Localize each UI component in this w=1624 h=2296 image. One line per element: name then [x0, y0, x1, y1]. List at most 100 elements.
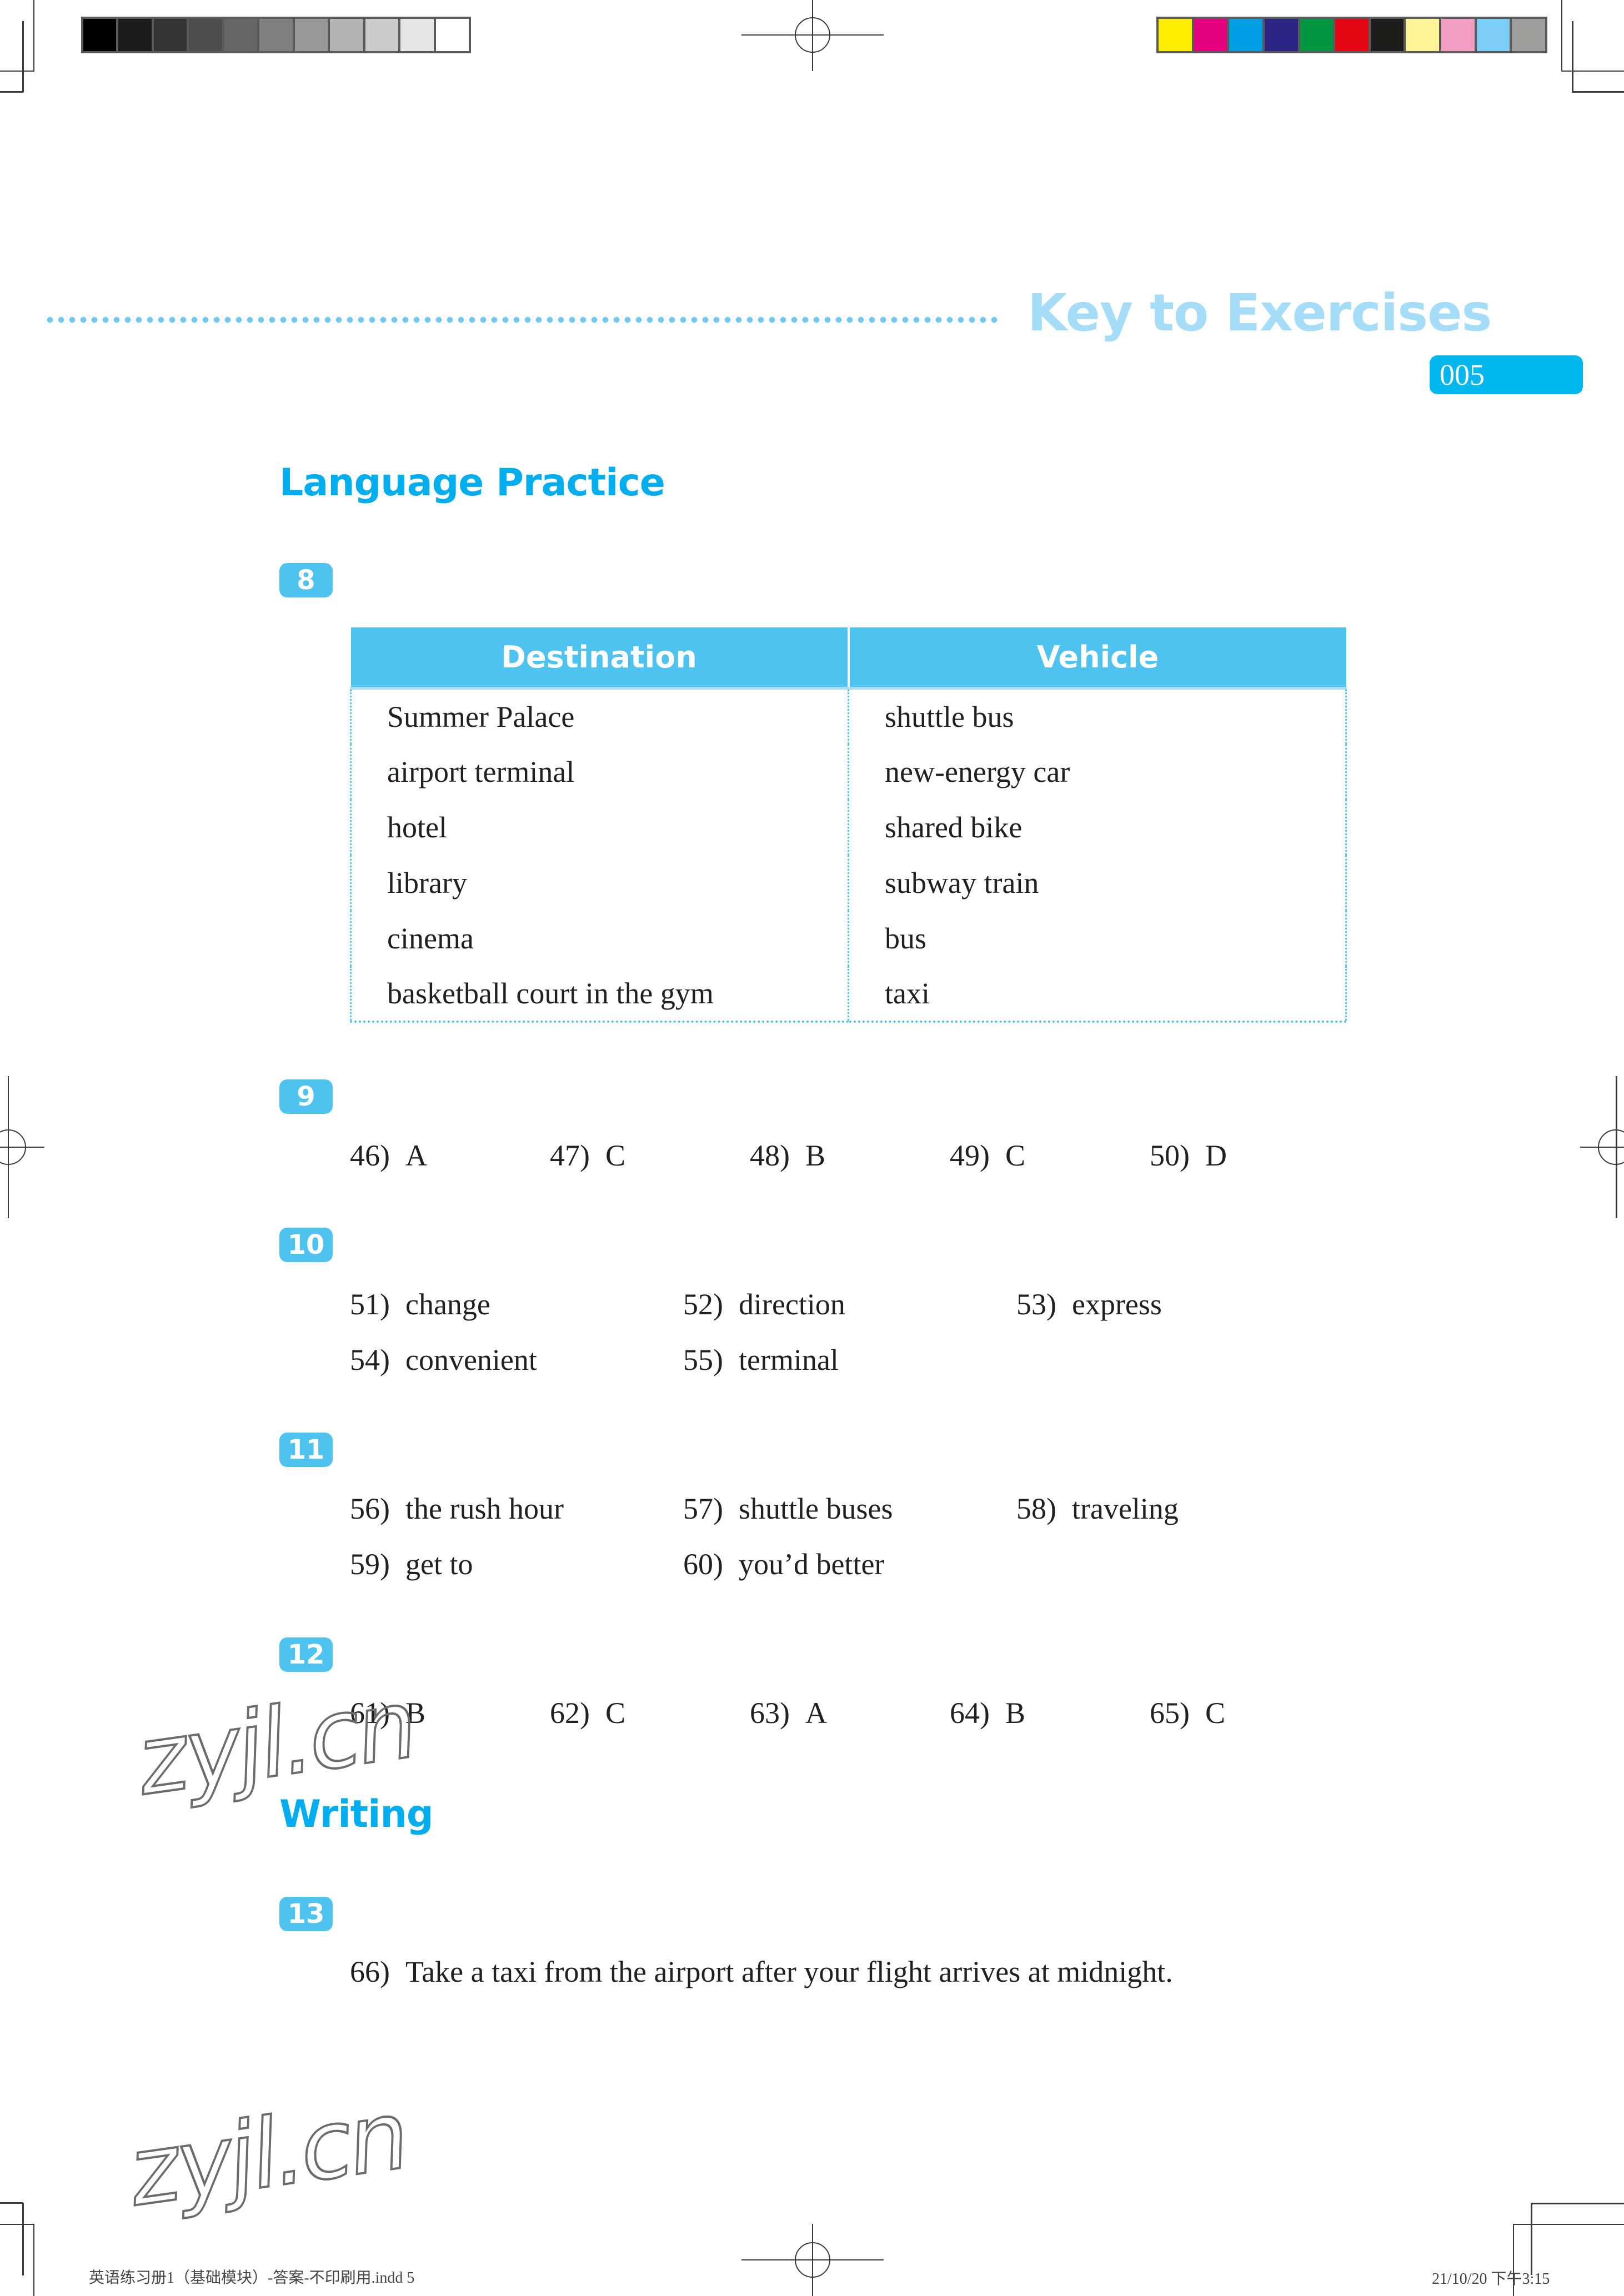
color-swatch [189, 19, 222, 51]
exercise-9-badge: 9 [279, 1079, 333, 1114]
answer-item: 65) C [1150, 1696, 1225, 1730]
answer-text: direction [738, 1288, 845, 1321]
answer-number: 65) [1150, 1696, 1190, 1730]
answer-text: C [605, 1139, 626, 1172]
color-swatch [1476, 19, 1510, 51]
destination-cell: Summer Palace [350, 688, 849, 744]
answer-number: 47) [550, 1139, 590, 1172]
table-row: basketball court in the gym taxi [350, 966, 1347, 1023]
answer-number: 53) [1016, 1288, 1056, 1321]
color-swatch [224, 19, 258, 51]
color-swatch [400, 19, 434, 51]
color-swatch [1300, 19, 1334, 51]
answer-number: 64) [950, 1696, 990, 1730]
answer-item: 50) D [1150, 1138, 1227, 1173]
answer-item: 57) shuttle buses [683, 1491, 893, 1526]
color-swatch [1159, 19, 1192, 51]
answer-number: 55) [683, 1343, 723, 1376]
vehicle-cell: bus [848, 910, 1347, 966]
answer-item: 62) C [550, 1696, 625, 1730]
answer-text: terminal [738, 1343, 839, 1376]
grayscale-color-bar [81, 17, 471, 53]
answer-text: B [805, 1139, 826, 1172]
table-header-row: Destination Vehicle [350, 627, 1346, 690]
answer-number: 52) [683, 1288, 723, 1321]
color-swatch [1370, 19, 1404, 51]
answer-text: B [1005, 1696, 1026, 1730]
answer-text: A [805, 1696, 827, 1730]
answer-number: 63) [750, 1696, 790, 1730]
answer-number: 50) [1150, 1139, 1190, 1172]
destination-cell: basketball court in the gym [350, 966, 849, 1023]
section-heading-writing: Writing [279, 1792, 434, 1836]
header-dotted-rule [44, 316, 1000, 323]
answer-item: 56) the rush hour [350, 1491, 564, 1526]
cmyk-color-bar [1156, 17, 1547, 53]
answer-text: get to [405, 1548, 473, 1581]
answer-number: 59) [350, 1548, 390, 1581]
table-row: hotel shared bike [350, 799, 1347, 855]
answer-text: D [1205, 1139, 1227, 1172]
vehicle-cell: subway train [848, 855, 1347, 911]
color-swatch [153, 19, 187, 51]
color-swatch [1229, 19, 1262, 51]
answer-item: 63) A [750, 1696, 827, 1730]
table-row: library subway train [350, 855, 1347, 911]
answer-number: 56) [350, 1492, 390, 1525]
answer-number: 51) [350, 1288, 390, 1321]
vehicle-cell: shared bike [848, 799, 1347, 855]
destination-cell: cinema [350, 910, 849, 966]
answer-item: 46) A [350, 1138, 427, 1173]
answer-text: you’d better [738, 1548, 885, 1581]
color-swatch [1264, 19, 1298, 51]
answer-number: 58) [1016, 1492, 1056, 1525]
answer-item: 66) Take a taxi from the airport after yo… [350, 1955, 1173, 1989]
footer-file-slug: 英语练习册1（基础模块）-答案-不印刷用.indd 5 [89, 2269, 415, 2287]
answer-text: shuttle buses [738, 1492, 893, 1525]
answer-item: 47) C [550, 1138, 625, 1173]
section-heading-language-practice: Language Practice [279, 461, 665, 505]
answer-text: change [405, 1288, 490, 1321]
color-swatch [118, 19, 152, 51]
exercise-8-badge: 8 [279, 563, 333, 597]
color-swatch [294, 19, 328, 51]
answer-item: 58) traveling [1016, 1491, 1179, 1526]
vehicle-cell: shuttle bus [848, 688, 1347, 744]
color-swatch [365, 19, 399, 51]
exercise-12-badge: 12 [279, 1637, 333, 1672]
answer-text: C [605, 1696, 626, 1730]
column-header-destination: Destination [350, 627, 850, 690]
destination-cell: hotel [350, 799, 849, 855]
color-swatch [1335, 19, 1369, 51]
answer-text: A [405, 1139, 427, 1172]
exercise-13-badge: 13 [279, 1897, 333, 1931]
answer-item: 60) you’d better [683, 1547, 884, 1581]
exercise-11-badge: 11 [279, 1433, 333, 1467]
color-swatch [1512, 19, 1546, 51]
answer-number: 62) [550, 1696, 590, 1730]
answer-text: C [1205, 1696, 1226, 1730]
color-swatch [83, 19, 117, 51]
color-swatch [1194, 19, 1227, 51]
table-row: airport terminal new-energy car [350, 743, 1347, 800]
table-row: cinema bus [350, 910, 1347, 966]
destination-cell: airport terminal [350, 743, 849, 800]
answer-text: convenient [405, 1343, 537, 1376]
answer-text: the rush hour [405, 1492, 564, 1525]
destination-vehicle-table: Destination Vehicle Summer Palace shuttle… [350, 627, 1347, 1023]
answer-number: 57) [683, 1492, 723, 1525]
answer-item: 64) B [950, 1696, 1025, 1730]
answer-item: 54) convenient [350, 1343, 537, 1377]
color-swatch [259, 19, 293, 51]
answer-number: 60) [683, 1548, 723, 1581]
answer-item: 53) express [1016, 1287, 1162, 1322]
answer-item: 52) direction [683, 1287, 845, 1322]
answer-item: 48) B [750, 1138, 825, 1173]
color-swatch [330, 19, 363, 51]
vehicle-cell: taxi [848, 966, 1347, 1023]
answer-text: express [1071, 1288, 1162, 1321]
answer-number: 66) [350, 1955, 390, 1988]
answer-text: C [1005, 1139, 1026, 1172]
answer-text: traveling [1071, 1492, 1179, 1525]
footer-timestamp: 21/10/20 下午3:15 [1432, 2270, 1550, 2288]
